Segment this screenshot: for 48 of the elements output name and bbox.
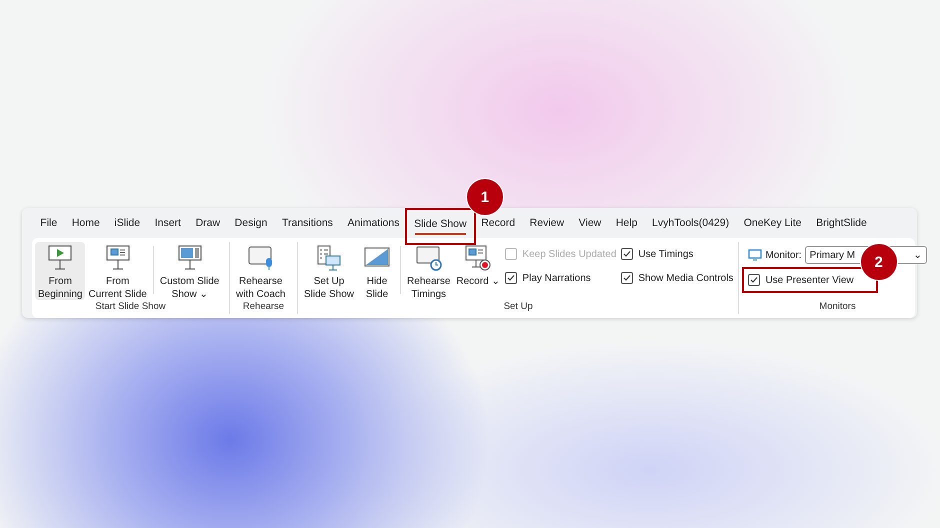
ribbon-button[interactable]: Custom Slide Show ⌄ [156,242,222,300]
caret-icon: ⌄ [491,276,500,287]
ribbon-tab[interactable]: Animations [340,208,407,238]
presentation-screen-icon [47,244,74,272]
ribbon-tab[interactable]: iSlide [107,208,148,238]
ribbon-tab[interactable]: View [571,208,609,238]
ribbon-button[interactable]: Record ⌄ [453,242,502,300]
checkbox-label[interactable]: Play Narrations [522,272,591,284]
caret-icon: ⌄ [199,289,208,300]
checkbox-label[interactable]: Use Presenter View [765,274,854,286]
coach-microphone-icon [246,244,275,272]
presentation-screen-icon [104,244,131,272]
record-screen-icon [464,244,492,272]
checkbox-label[interactable]: Use Timings [638,248,694,260]
ribbon-tab[interactable]: Review [522,208,572,238]
ribbon-tab[interactable]: Draw [188,208,228,238]
step-badge: 1 [466,178,504,216]
checkbox[interactable] [505,272,518,284]
ribbon-button[interactable]: Rehearse Timings [404,242,454,300]
group-label: Start Slide Show [94,301,167,314]
ribbon-tab[interactable]: LvyhTools(0429) [644,208,736,238]
monitor-icon [748,249,762,261]
caret-icon: ⌄ [914,249,922,261]
checkbox-label[interactable]: Show Media Controls [638,272,734,284]
setup-slideshow-icon [315,244,344,272]
checkbox[interactable] [621,272,634,284]
group-label: Set Up [502,301,534,314]
ribbon-tab[interactable]: Design [227,208,275,238]
ribbon-tab[interactable]: File [33,208,65,238]
ribbon-tab[interactable]: BrightSlide [808,208,874,238]
ribbon-button[interactable]: Set Up Slide Show [301,242,358,300]
checkbox[interactable] [621,248,634,260]
ribbon-tab[interactable]: Home [64,208,108,238]
ribbon-button[interactable]: Rehearse with Coach [233,242,288,300]
timer-screen-icon [414,244,443,272]
monitor-label: Monitor: [765,250,802,260]
group-label: Monitors [818,301,857,314]
ribbon-tab[interactable]: Transitions [274,208,340,238]
ribbon-button[interactable]: From Beginning [35,242,86,300]
ribbon-button[interactable]: Hide Slide [357,242,398,300]
presentation-screen-icon [176,244,203,272]
ribbon-tab[interactable]: Insert [147,208,188,238]
group-label: Rehearse [242,301,286,314]
step-badge: 2 [860,243,898,281]
checkbox[interactable] [748,274,760,286]
ribbon-button[interactable]: From Current Slide [85,242,150,300]
ribbon-tab[interactable]: Help [608,208,645,238]
ribbon-tab[interactable]: OneKey Lite [736,208,809,238]
